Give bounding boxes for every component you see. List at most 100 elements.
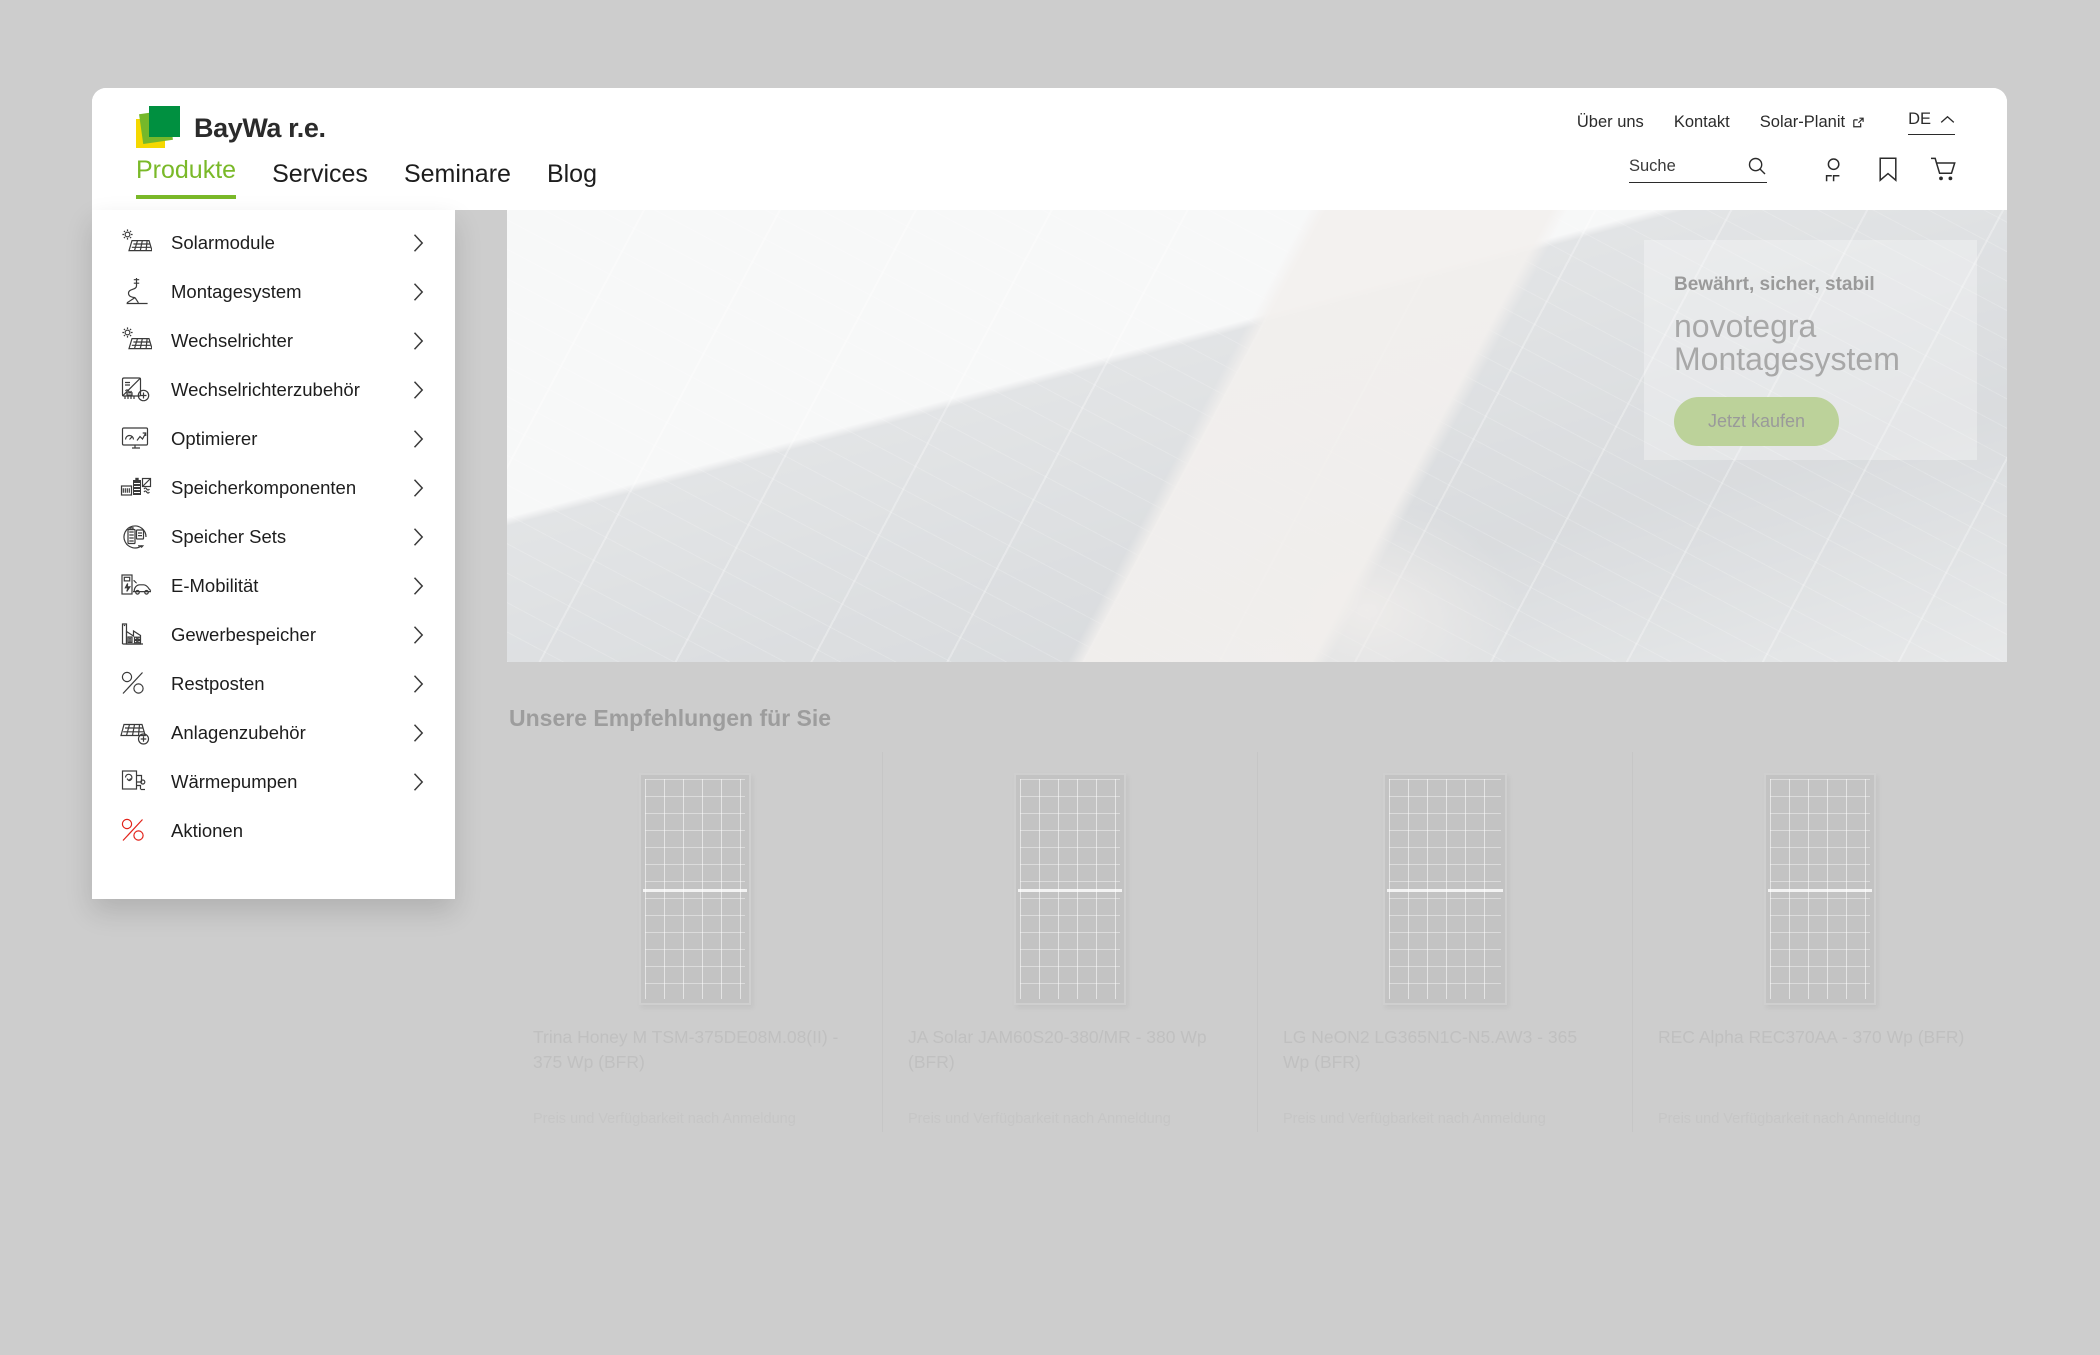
bookmark-icon[interactable] (1877, 156, 1899, 183)
chevron-right-icon (412, 527, 425, 547)
recommendations-grid: Trina Honey M TSM-375DE08M.08(II) - 375 … (507, 752, 2007, 1132)
menu-item-label: Wechselrichter (171, 329, 294, 351)
menu-item-gewerbespeicher[interactable]: Gewerbespeicher (92, 610, 455, 659)
nav-item-blog[interactable]: Blog (547, 160, 597, 199)
chevron-right-icon (412, 331, 425, 351)
battery-set-circle-icon (120, 522, 160, 552)
recommendations-heading: Unsere Empfehlungen für Sie (509, 705, 832, 731)
chevron-right-icon (412, 429, 425, 449)
menu-item-label: E-Mobilität (171, 574, 259, 596)
header-tools: Suche (1629, 156, 1957, 183)
chevron-right-icon (412, 282, 425, 302)
menu-item-label: Wärmepumpen (171, 770, 298, 792)
solar-panel-image (638, 772, 751, 1005)
product-image (1658, 766, 1981, 1011)
hero-title-line-2: Montagesystem (1674, 341, 1900, 378)
product-price-note: Preis und Verfügbarkeit nach Anmeldung (908, 1111, 1171, 1127)
product-name: JA Solar JAM60S20-380/MR - 380 Wp (BFR) (908, 1027, 1207, 1072)
hero-banner: Bewährt, sicher, stabil novotegra Montag… (507, 210, 2007, 662)
product-card[interactable]: JA Solar JAM60S20-380/MR - 380 Wp (BFR) … (882, 752, 1257, 1132)
menu-item-anlagenzubehoer[interactable]: Anlagenzubehör (92, 708, 455, 757)
menu-item-wechselrichterzubehoer[interactable]: Wechselrichterzubehör (92, 365, 455, 414)
hero-cta-button[interactable]: Jetzt kaufen (1674, 396, 1840, 446)
product-image (533, 766, 856, 1011)
utility-nav-solar-planit[interactable]: Solar-Planit (1760, 113, 1866, 132)
menu-item-wechselrichter[interactable]: Wechselrichter (92, 316, 455, 365)
menu-item-label: Anlagenzubehör (171, 721, 306, 743)
heat-pump-icon (120, 767, 160, 797)
chevron-right-icon (412, 625, 425, 645)
product-price-note: Preis und Verfügbarkeit nach Anmeldung (1283, 1111, 1546, 1127)
inverter-plus-icon (120, 375, 160, 405)
search-icon[interactable] (1747, 156, 1767, 176)
menu-item-label: Speicherkomponenten (171, 476, 357, 498)
nav-item-produkte[interactable]: Produkte (136, 156, 237, 199)
monitor-chart-icon (120, 424, 160, 454)
ev-charging-icon (120, 571, 160, 601)
nav-item-services[interactable]: Services (272, 160, 368, 199)
chevron-right-icon (412, 772, 425, 792)
utility-nav-ueber-uns[interactable]: Über uns (1577, 113, 1644, 132)
brand-name: BayWa r.e. (194, 113, 326, 143)
language-selector-label: DE (1908, 110, 1931, 128)
menu-item-optimierer[interactable]: Optimierer (92, 414, 455, 463)
menu-item-speicher-sets[interactable]: Speicher Sets (92, 512, 455, 561)
main-nav: Produkte Services Seminare Blog (136, 156, 597, 199)
product-image (908, 766, 1231, 1011)
product-price-note: Preis und Verfügbarkeit nach Anmeldung (533, 1111, 796, 1127)
menu-item-solarmodule[interactable]: Solarmodule (92, 218, 455, 267)
solar-panel-image (1382, 772, 1507, 1005)
chevron-right-icon (412, 576, 425, 596)
menu-item-speicherkomponenten[interactable]: Speicherkomponenten (92, 463, 455, 512)
menu-item-label: Optimierer (171, 427, 258, 449)
solar-panel-image (1013, 772, 1126, 1005)
hero-title-line-1: novotegra (1674, 308, 1817, 344)
product-card[interactable]: REC Alpha REC370AA - 370 Wp (BFR) Preis … (1632, 752, 2007, 1132)
menu-item-label: Speicher Sets (171, 525, 287, 547)
logo-square-dark-green (149, 106, 180, 137)
product-card[interactable]: LG NeON2 LG365N1C-N5.AW3 - 365 Wp (BFR) … (1257, 752, 1632, 1132)
screenshot-root: BayWa r.e. Über uns Kontakt Solar-Planit (0, 0, 2100, 1355)
product-price-note: Preis und Verfügbarkeit nach Anmeldung (1658, 1111, 1921, 1127)
user-account-icon[interactable] (1819, 157, 1847, 183)
menu-item-label: Aktionen (171, 819, 243, 841)
product-image (1283, 766, 1606, 1011)
utility-nav-kontakt[interactable]: Kontakt (1674, 113, 1730, 132)
menu-item-label: Wechselrichterzubehör (171, 378, 360, 400)
menu-item-waermepumpen[interactable]: Wärmepumpen (92, 757, 455, 806)
shopping-cart-icon[interactable] (1929, 156, 1957, 183)
utility-nav-solar-planit-label: Solar-Planit (1759, 113, 1846, 131)
site-header: BayWa r.e. Über uns Kontakt Solar-Planit (92, 88, 2007, 210)
factory-battery-icon (120, 620, 160, 650)
menu-item-montagesystem[interactable]: Montagesystem (92, 267, 455, 316)
recommendations-section: Unsere Empfehlungen für Sie Trina Honey … (507, 705, 2007, 1132)
language-selector[interactable]: DE (1908, 110, 1955, 135)
solar-panel-icon (120, 326, 160, 356)
product-name: Trina Honey M TSM-375DE08M.08(II) - 375 … (533, 1027, 839, 1072)
chevron-right-icon (412, 674, 425, 694)
search-input[interactable]: Suche (1629, 156, 1767, 183)
chevron-up-icon (1940, 115, 1955, 125)
baywa-logo-icon (136, 106, 181, 151)
search-placeholder: Suche (1629, 156, 1676, 175)
utility-nav: Über uns Kontakt Solar-Planit DE (1577, 110, 1955, 135)
external-link-icon (1851, 115, 1866, 130)
nav-item-seminare[interactable]: Seminare (404, 160, 511, 199)
hero-text-card: Bewährt, sicher, stabil novotegra Montag… (1644, 240, 1977, 460)
chevron-right-icon (412, 233, 425, 253)
solar-panel-icon (120, 228, 160, 258)
menu-item-restposten[interactable]: Restposten (92, 659, 455, 708)
menu-item-label: Solarmodule (171, 231, 275, 253)
solar-panel-image (1763, 772, 1876, 1005)
product-card[interactable]: Trina Honey M TSM-375DE08M.08(II) - 375 … (507, 766, 882, 1127)
menu-item-label: Montagesystem (171, 280, 302, 302)
menu-item-label: Restposten (171, 672, 265, 694)
chevron-right-icon (412, 380, 425, 400)
mounting-rail-icon (120, 277, 160, 307)
menu-item-aktionen[interactable]: Aktionen (92, 806, 455, 855)
menu-item-e-mobilitaet[interactable]: E-Mobilität (92, 561, 455, 610)
percent-red-icon (120, 816, 160, 846)
percent-icon (120, 669, 160, 699)
brand-logo[interactable]: BayWa r.e. (136, 106, 326, 151)
product-name: REC Alpha REC370AA - 370 Wp (BFR) (1658, 1027, 1965, 1047)
